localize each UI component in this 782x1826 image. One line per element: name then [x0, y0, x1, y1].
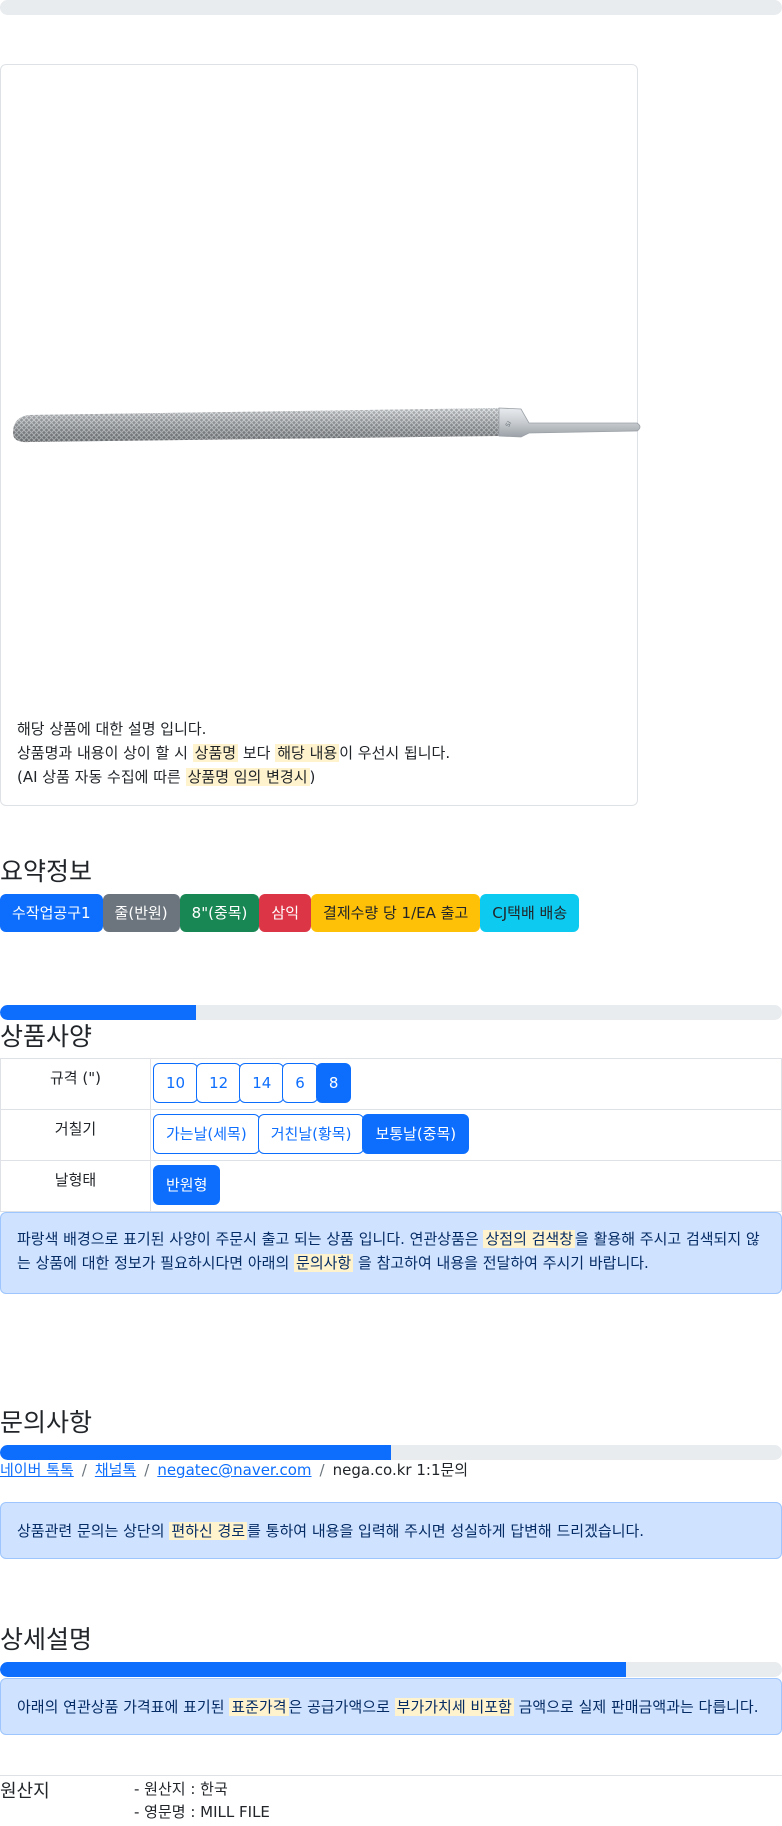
highlight-inquiry: 문의사항 [294, 1254, 354, 1272]
highlight-store-search: 상점의 검색창 [483, 1230, 576, 1248]
spec-options: 반원형 [150, 1160, 782, 1212]
summary-badge: CJ택배 배송 [480, 894, 580, 932]
origin-divider [0, 1775, 782, 1776]
specs-title: 상품사양 [0, 1022, 93, 1051]
spec-row: 거칠기 가는날(세목) 거친날(황목) 보통날(중목) [0, 1109, 782, 1161]
spec-option-button[interactable]: 거친날(황목) [257, 1114, 365, 1154]
spec-label: 거칠기 [0, 1109, 151, 1161]
inquiry-progress [0, 1445, 782, 1460]
description-line-1: 해당 상품에 대한 설명 입니다. [17, 720, 207, 738]
inquiry-links: 네이버 톡톡 / 채널톡 / negatec@naver.com / nega.co.kr … [0, 1459, 468, 1480]
highlight-vat: 부가가치세 비포함 [394, 1698, 514, 1716]
origin-country: - 원산지 : 한국 [134, 1780, 228, 1798]
specs-progress [0, 1005, 782, 1020]
highlight-standard-price: 표준가격 [229, 1698, 289, 1716]
highlight-product-name: 상품명 [192, 744, 239, 762]
summary-badge: 결제수량 당 1/EA 출고 [311, 894, 481, 932]
separator: / [144, 1461, 150, 1479]
desc-text: ) [309, 768, 316, 786]
origin-details: - 원산지 : 한국 - 영문명 : MILL FILE [134, 1778, 270, 1824]
notice-text: 금액으로 실제 판매금액과는 다릅니다. [518, 1698, 759, 1716]
notice-text: 를 통하여 내용을 입력해 주시면 성실하게 답변해 드리겠습니다. [247, 1522, 645, 1540]
highlight-route: 편하신 경로 [169, 1522, 248, 1540]
spec-notice: 파랑색 배경으로 표기된 사양이 주문시 출고 되는 상품 입니다. 연관상품은… [0, 1212, 782, 1294]
notice-text: 을 참고하여 내용을 전달하여 주시기 바랍니다. [358, 1254, 649, 1272]
spec-option-button[interactable]: 12 [196, 1063, 242, 1103]
spec-table: 규격 (") 10 12 14 6 8 거칠기 가는날(세목) 거친날(황목) 보통날(중목) 날형… [0, 1058, 782, 1212]
detail-progress-fill [0, 1662, 626, 1677]
desc-text: 이 우선시 됩니다. [339, 744, 451, 762]
detail-progress [0, 1662, 782, 1677]
desc-text: (AI 상품 자동 수집에 따른 [17, 768, 181, 786]
inquiry-progress-fill [0, 1445, 391, 1460]
origin-english-name: - 영문명 : MILL FILE [134, 1803, 270, 1821]
separator: / [81, 1461, 87, 1479]
notice-text: 은 공급가액으로 [288, 1698, 390, 1716]
highlight-content: 해당 내용 [275, 744, 340, 762]
product-image-card: SI 해당 상품에 대한 설명 입니다. 상품명과 내용이 상이 할 시 상품명… [0, 64, 641, 806]
summary-title: 요약정보 [0, 857, 93, 886]
notice-text: 파랑색 배경으로 표기된 사양이 주문시 출고 되는 상품 입니다. 연관상품은 [17, 1230, 479, 1248]
summary-badge: 수작업공구1 [0, 894, 103, 932]
spec-option-button[interactable]: 가는날(세목) [153, 1114, 260, 1154]
spec-option-button[interactable]: 6 [282, 1063, 318, 1103]
spec-option-button[interactable]: 반원형 [153, 1165, 221, 1205]
desc-text: 상품명과 내용이 상이 할 시 [17, 744, 188, 762]
spec-options: 가는날(세목) 거친날(황목) 보통날(중목) [150, 1109, 782, 1161]
spec-label: 규격 (") [0, 1058, 151, 1110]
inquiry-title: 문의사항 [0, 1408, 93, 1437]
spec-option-button[interactable]: 8 [315, 1063, 352, 1103]
inquiry-notice: 상품관련 문의는 상단의 편하신 경로 를 통하여 내용을 입력해 주시면 성실하… [0, 1502, 782, 1559]
separator: / [319, 1461, 325, 1479]
detail-title: 상세설명 [0, 1625, 93, 1654]
spec-option-button[interactable]: 보통날(중목) [362, 1114, 470, 1154]
description-line-3: (AI 상품 자동 수집에 따른 상품명 임의 변경시) [17, 765, 450, 789]
summary-badge: 8"(중목) [179, 894, 260, 932]
detail-notice: 아래의 연관상품 가격표에 표기된 표준가격 은 공급가액으로 부가가치세 비포함… [0, 1678, 782, 1735]
highlight-rename: 상품명 임의 변경시 [185, 768, 310, 786]
spec-label: 날형태 [0, 1160, 151, 1212]
naver-talktalk-link[interactable]: 네이버 톡톡 [0, 1461, 74, 1479]
spec-row: 날형태 반원형 [0, 1160, 782, 1212]
summary-badges: 수작업공구1 줄(반원) 8"(중목) 삼익 결제수량 당 1/EA 출고 CJ택배 배송 [0, 894, 580, 932]
desc-text: 보다 [242, 744, 271, 762]
site-inquiry-text: nega.co.kr 1:1문의 [332, 1461, 469, 1479]
origin-label: 원산지 [0, 1781, 50, 1802]
notice-text: 아래의 연관상품 가격표에 표기된 [17, 1698, 225, 1716]
spec-option-button[interactable]: 14 [239, 1063, 285, 1103]
spec-option-button[interactable]: 10 [153, 1063, 199, 1103]
spec-row: 규격 (") 10 12 14 6 8 [0, 1058, 782, 1110]
channeltalk-link[interactable]: 채널톡 [95, 1461, 136, 1479]
product-description: 해당 상품에 대한 설명 입니다. 상품명과 내용이 상이 할 시 상품명 보다… [17, 717, 450, 789]
email-link[interactable]: negatec@naver.com [157, 1461, 311, 1479]
top-progress-track [0, 0, 782, 15]
description-line-2: 상품명과 내용이 상이 할 시 상품명 보다 해당 내용 이 우선시 됩니다. [17, 741, 450, 765]
spec-options: 10 12 14 6 8 [150, 1058, 782, 1110]
notice-text: 상품관련 문의는 상단의 [17, 1522, 165, 1540]
summary-badge: 줄(반원) [102, 894, 180, 932]
summary-badge: 삼익 [259, 894, 312, 932]
file-tool-icon: SI [13, 407, 641, 443]
